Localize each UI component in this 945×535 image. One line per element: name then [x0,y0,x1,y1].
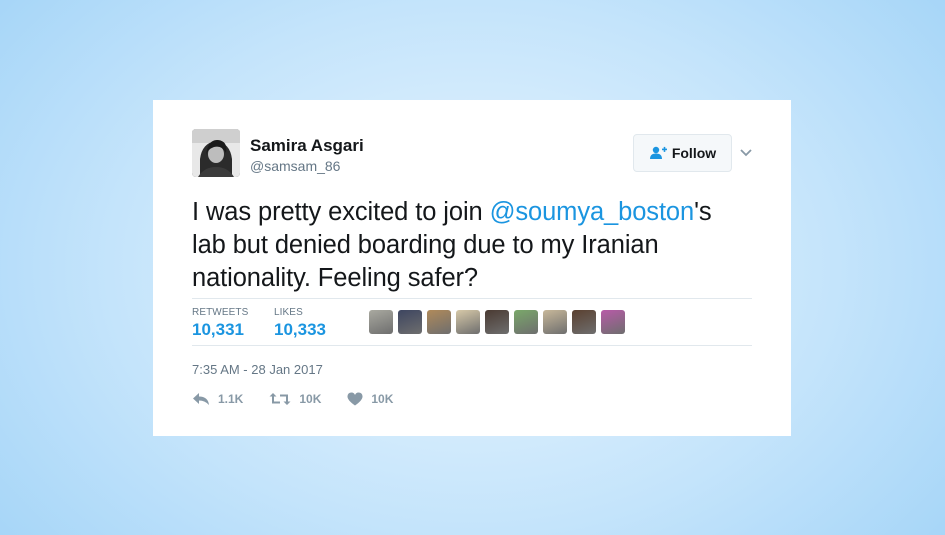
liker-avatar[interactable] [572,310,596,334]
like-count: 10K [371,392,394,406]
tweet-card: Samira Asgari @samsam_86 Follow I was pr… [153,100,791,436]
add-user-icon [649,146,667,160]
reply-icon [192,392,210,406]
tweet-text: I was pretty excited to join @soumya_bos… [192,196,752,295]
like-button[interactable]: 10K [347,392,393,406]
liker-avatar[interactable] [543,310,567,334]
follow-label: Follow [671,145,717,161]
reply-button[interactable]: 1.1K [192,392,243,406]
divider [192,298,752,299]
retweet-count: 10K [299,392,322,406]
liker-avatar[interactable] [456,310,480,334]
chevron-down-icon[interactable] [739,146,753,158]
author-avatar[interactable] [192,129,240,177]
liker-avatar[interactable] [485,310,509,334]
likes-label[interactable]: LIKES [274,307,303,318]
tweet-text-pre: I was pretty excited to join [192,198,490,226]
liker-avatars [369,310,625,334]
retweets-count[interactable]: 10,331 [192,320,244,340]
likes-count[interactable]: 10,333 [274,320,326,340]
retweets-label[interactable]: RETWEETS [192,307,248,318]
liker-avatar[interactable] [398,310,422,334]
follow-button[interactable]: Follow [633,134,732,172]
retweet-icon [269,392,291,406]
author-name[interactable]: Samira Asgari [250,136,364,156]
tweet-timestamp[interactable]: 7:35 AM - 28 Jan 2017 [192,362,323,377]
tweet-actions: 1.1K 10K 10K [192,392,419,406]
reply-count: 1.1K [218,392,244,406]
liker-avatar[interactable] [427,310,451,334]
retweet-button[interactable]: 10K [269,392,321,406]
author-handle[interactable]: @samsam_86 [250,158,340,174]
liker-avatar[interactable] [514,310,538,334]
mention-link[interactable]: @soumya_boston [490,198,695,226]
liker-avatar[interactable] [601,310,625,334]
heart-icon [347,392,363,406]
divider [192,345,752,346]
liker-avatar[interactable] [369,310,393,334]
